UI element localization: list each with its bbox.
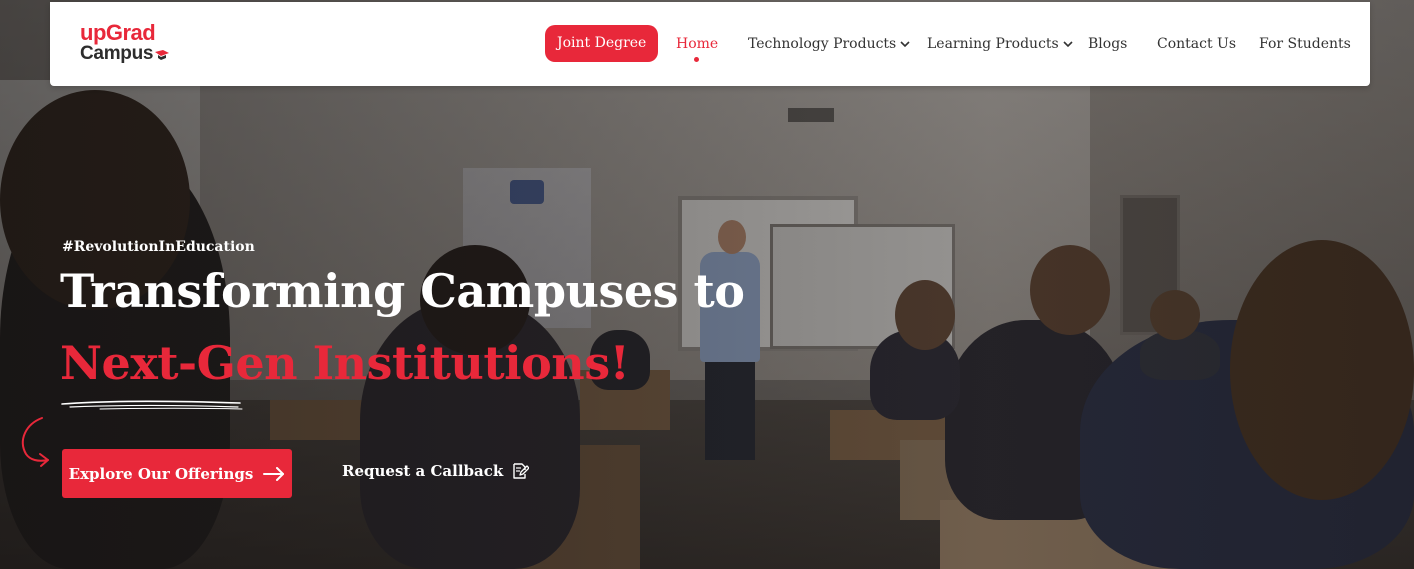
request-callback-link[interactable]: Request a Callback (342, 462, 530, 480)
nav-learning-products[interactable]: Learning Products (927, 36, 1074, 52)
nav-blogs[interactable]: Blogs (1088, 36, 1127, 52)
brush-underline-decoration (61, 400, 243, 410)
nav-for-students[interactable]: For Students (1259, 36, 1351, 52)
curved-arrow-icon (21, 417, 49, 467)
request-callback-label: Request a Callback (342, 462, 504, 480)
hero-headline-line2: Next-Gen Institutions! (60, 336, 630, 390)
nav-contact-us[interactable]: Contact Us (1157, 36, 1236, 52)
nav-home[interactable]: Home (676, 36, 718, 52)
explore-offerings-label: Explore Our Offerings (68, 464, 254, 483)
logo-campus-label: Campus (80, 43, 154, 64)
nav-technology-products[interactable]: Technology Products (748, 36, 911, 52)
hero-hashtag: #RevolutionInEducation (62, 239, 255, 255)
logo-text-upgrad: upGrad (80, 20, 156, 45)
nav-blogs-label: Blogs (1088, 36, 1128, 52)
joint-degree-button[interactable]: Joint Degree (545, 25, 659, 62)
nav-contact-us-label: Contact Us (1157, 36, 1237, 52)
chevron-down-icon (1063, 41, 1073, 48)
graduation-cap-icon (155, 50, 170, 60)
hero-headline-line1: Transforming Campuses to (60, 264, 745, 318)
edit-icon (513, 463, 530, 479)
navbar: upGrad Campus Joint Degree Home Technolo… (50, 2, 1370, 86)
nav-home-label: Home (676, 36, 719, 52)
active-indicator-dot (694, 57, 699, 62)
nav-learning-products-label: Learning Products (927, 36, 1059, 52)
logo-text-campus: Campus (80, 43, 170, 64)
explore-offerings-button[interactable]: Explore Our Offerings (62, 449, 292, 498)
nav-for-students-label: For Students (1259, 36, 1351, 52)
nav-technology-products-label: Technology Products (748, 36, 897, 52)
upgrad-campus-logo[interactable]: upGrad Campus (80, 20, 170, 64)
chevron-down-icon (900, 41, 910, 48)
arrow-right-icon (263, 466, 285, 481)
